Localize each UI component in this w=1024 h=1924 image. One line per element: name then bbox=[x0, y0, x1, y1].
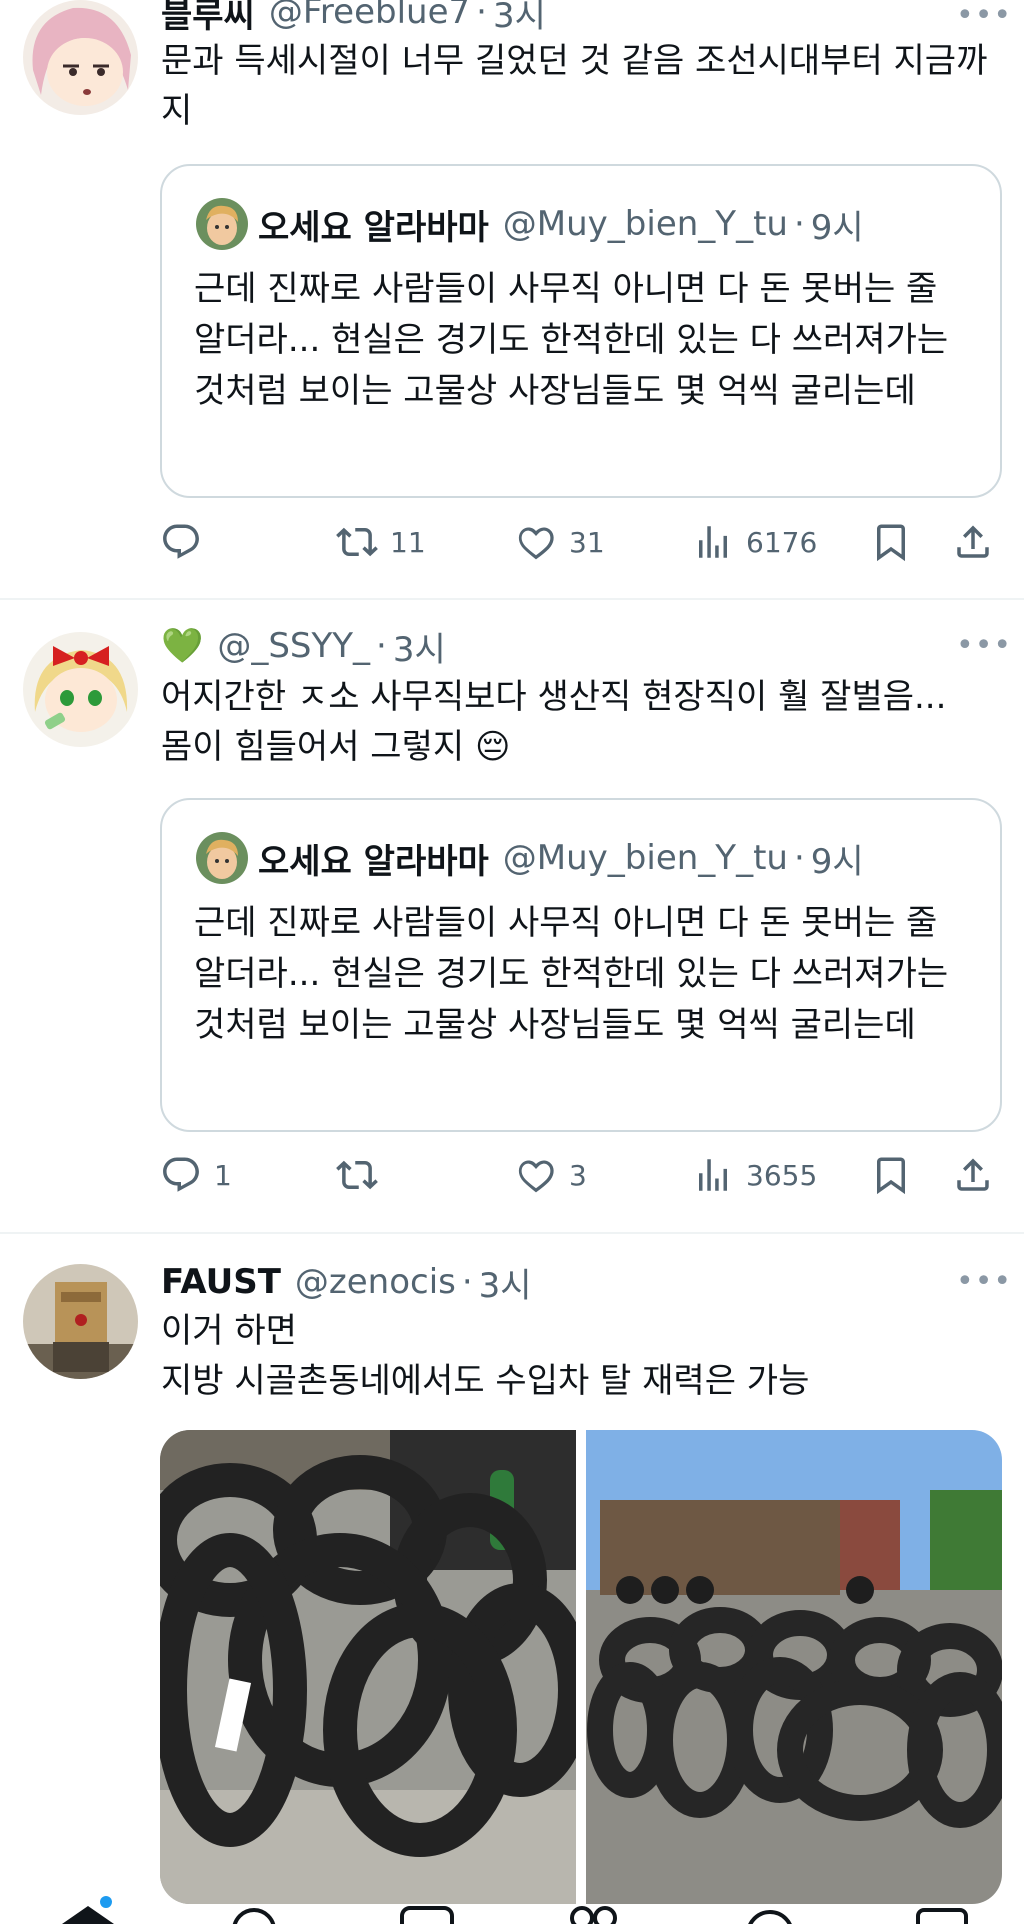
user-handle[interactable]: @zenocis bbox=[295, 1262, 456, 1302]
messages-icon[interactable] bbox=[916, 1908, 968, 1924]
more-horizontal-icon[interactable]: ••• bbox=[956, 1262, 1011, 1302]
tweet-text: 이거 하면 지방 시골촌동네에서도 수입차 탈 재력은 가능 bbox=[161, 1311, 810, 1401]
avatar[interactable] bbox=[23, 1264, 138, 1379]
separator: · bbox=[461, 1262, 473, 1302]
media-image-truck-tires[interactable] bbox=[586, 1430, 1002, 1904]
media-image-tires-yard[interactable] bbox=[160, 1430, 592, 1904]
search-icon[interactable] bbox=[232, 1908, 276, 1924]
bottom-tab-bar bbox=[0, 1890, 1024, 1924]
grok-icon[interactable] bbox=[400, 1906, 454, 1924]
tweet-header: FAUST @zenocis · 3시 bbox=[161, 1258, 532, 1307]
notifications-icon[interactable] bbox=[748, 1910, 792, 1924]
timestamp[interactable]: 3시 bbox=[479, 1258, 532, 1307]
media-grid bbox=[160, 1430, 1002, 1904]
communities-icon[interactable] bbox=[570, 1906, 617, 1924]
home-icon[interactable] bbox=[62, 1896, 114, 1924]
display-name[interactable]: FAUST bbox=[161, 1262, 281, 1302]
tweet-3[interactable]: FAUST @zenocis · 3시 ••• 이거 하면 지방 시골촌동네에서… bbox=[0, 0, 1024, 1924]
